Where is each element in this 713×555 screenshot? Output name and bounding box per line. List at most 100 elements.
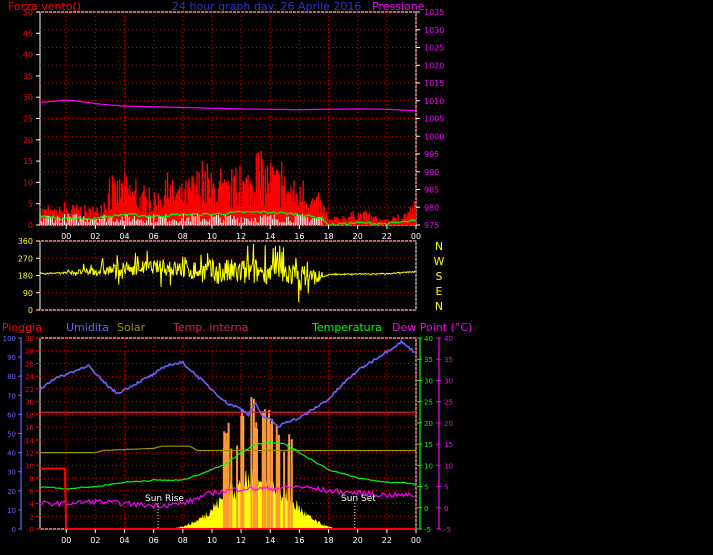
rain-tick-label: 30 (25, 335, 34, 343)
dewpoint-tick-label: 40 (444, 335, 453, 343)
dewpoint-tick-label: 35 (444, 356, 453, 364)
rain-humidity-temperature-panel: 0102030405060708090100 02468101214161820… (2, 321, 472, 545)
time-tick-label: 12 (236, 536, 246, 545)
pressure-tick-label: 980 (424, 203, 439, 212)
time-tick-label: 06 (149, 232, 159, 241)
wind-tick-label: 45 (23, 29, 33, 38)
time-tick-label: 08 (178, 536, 188, 545)
dewpoint-tick-label: 5 (444, 484, 448, 492)
rain-tick-label: 0 (30, 526, 34, 534)
time-tick-label: 00 (61, 232, 71, 241)
pressure-tick-label: 975 (424, 221, 439, 230)
dew-point-label: Dew Point (°C) (392, 321, 472, 334)
sun-set-label: Sun Set (341, 494, 376, 504)
humidity-tick-label: 70 (7, 392, 16, 400)
wind-tick-label: 10 (23, 178, 33, 187)
wind-pressure-panel: 05101520253035404550 9759809859909951000… (8, 0, 444, 241)
humidity-tick-label: 100 (3, 335, 16, 343)
time-tick-label: 04 (119, 536, 129, 545)
humidity-axis: 0 10 20 30 40 50 60 70 80 90 100 (3, 335, 22, 534)
compass-letter: W (434, 255, 445, 268)
humidity-tick-label: 30 (7, 469, 16, 477)
direction-axis: 0 90 180 270 360 (18, 237, 40, 315)
humidity-tick-label: 60 (7, 411, 16, 419)
weather-dashboard: 05101520253035404550 9759809859909951000… (2, 0, 472, 545)
time-tick-label: 18 (323, 232, 333, 241)
direction-tick-label: 270 (18, 254, 33, 263)
humidity-tick-label: 90 (7, 354, 16, 362)
sensor-time-axis: 00 02 04 06 08 10 12 14 16 18 20 22 00 (61, 529, 421, 545)
direction-tick-label: 360 (18, 237, 33, 246)
pressure-tick-label: 990 (424, 168, 439, 177)
pressure-tick-label: 985 (424, 186, 439, 195)
rain-tick-label: 12 (25, 450, 34, 458)
pressure-tick-label: 1030 (424, 26, 444, 35)
rain-tick-label: 2 (30, 513, 34, 521)
temperature-tick-label: 5 (424, 484, 428, 492)
time-tick-label: 00 (411, 536, 421, 545)
dewpoint-tick-label: -5 (444, 526, 451, 534)
time-tick-label: 00 (61, 536, 71, 545)
rain-tick-label: 6 (30, 488, 35, 496)
sun-rise-label: Sun Rise (145, 494, 184, 504)
time-tick-label: 16 (294, 232, 304, 241)
temperature-axis: -5 0 5 10 15 20 25 30 35 40 (417, 335, 433, 534)
temperature-tick-label: 15 (424, 441, 433, 449)
time-tick-label: 02 (90, 536, 100, 545)
pressure-axis: 975 980 985 990 995 1000 1005 1010 1015 1020 1025 1… (416, 8, 444, 230)
solar-radiation-area (162, 467, 344, 529)
time-tick-label: 22 (382, 536, 392, 545)
humidity-tick-label: 50 (7, 431, 16, 439)
rain-tick-label: 20 (25, 399, 34, 407)
rain-tick-label: 4 (30, 501, 35, 509)
pressure-line (39, 99, 417, 112)
dewpoint-tick-label: 15 (444, 441, 453, 449)
temperature-tick-label: 20 (424, 420, 433, 428)
umidita-label: Umidita (66, 321, 109, 334)
rain-axis: 024681012141618202224262830 (25, 335, 40, 534)
direction-tick-label: 90 (23, 289, 33, 298)
humidity-tick-label: 10 (7, 507, 16, 515)
pressure-tick-label: 1005 (424, 115, 444, 124)
wind-tick-label: 25 (23, 115, 33, 124)
chart-title: 24 hour graph day: 26 Aprile 2016 (172, 0, 361, 13)
time-tick-label: 00 (411, 232, 421, 241)
wind-time-axis: 00 02 04 06 08 10 12 14 16 18 20 22 00 (61, 225, 421, 241)
time-tick-label: 10 (207, 536, 217, 545)
humidity-tick-label: 80 (7, 373, 16, 381)
rain-tick-label: 24 (25, 373, 34, 381)
time-tick-label: 04 (119, 232, 129, 241)
time-tick-label: 10 (207, 232, 217, 241)
pressure-tick-label: 1010 (424, 97, 444, 106)
rain-tick-label: 18 (25, 411, 34, 419)
temperature-tick-label: 35 (424, 356, 433, 364)
compass-letter: S (436, 270, 443, 283)
dewpoint-tick-label: 0 (444, 505, 448, 513)
compass-letter: N (435, 240, 443, 253)
temperature-tick-label: 0 (424, 505, 428, 513)
wind-axis-title: Forza vento() (8, 0, 81, 13)
time-tick-label: 14 (265, 232, 275, 241)
time-tick-label: 18 (323, 536, 333, 545)
rain-tick-label: 16 (25, 424, 34, 432)
humidity-tick-label: 40 (7, 450, 16, 458)
temperature-tick-label: 40 (424, 335, 433, 343)
dewpoint-tick-label: 10 (444, 462, 453, 470)
temperature-tick-label: 30 (424, 377, 433, 385)
dewpoint-tick-label: 25 (444, 399, 453, 407)
time-tick-label: 06 (149, 536, 159, 545)
wind-tick-label: 20 (23, 136, 33, 145)
pressure-tick-label: 1000 (424, 132, 444, 141)
direction-tick-label: 0 (28, 306, 33, 315)
time-tick-label: 16 (294, 536, 304, 545)
time-tick-label: 12 (236, 232, 246, 241)
rain-tick-label: 28 (25, 348, 34, 356)
compass-letter: E (436, 285, 443, 298)
time-tick-label: 02 (90, 232, 100, 241)
time-tick-label: 14 (265, 536, 275, 545)
solar-label: Solar (117, 321, 146, 334)
time-tick-label: 20 (353, 232, 363, 241)
wind-tick-label: 35 (23, 72, 33, 81)
pressure-tick-label: 1015 (424, 79, 444, 88)
time-tick-label: 22 (382, 232, 392, 241)
